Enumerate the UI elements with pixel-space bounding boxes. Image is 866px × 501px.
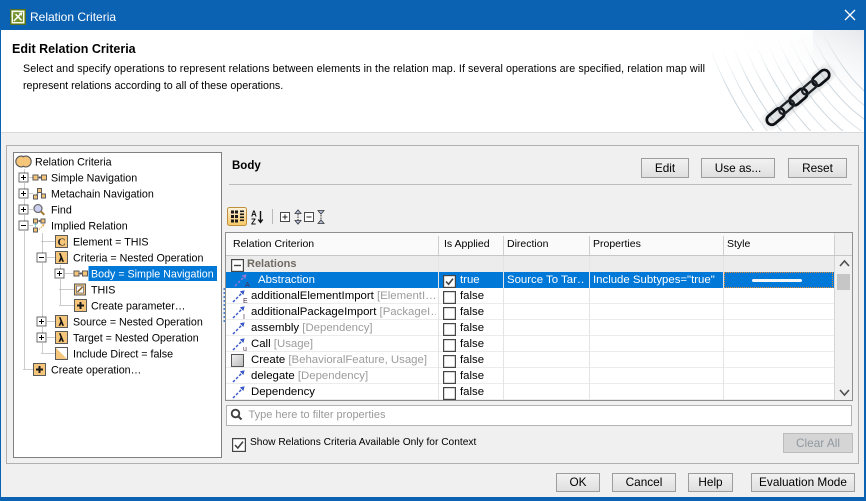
- svg-text:Find: Find: [51, 205, 72, 217]
- svg-text:Relation Criteria: Relation Criteria: [35, 157, 112, 169]
- svg-text:Criteria = Nested Operation: Criteria = Nested Operation: [73, 253, 203, 265]
- svg-text:Create parameter…: Create parameter…: [91, 301, 185, 313]
- svg-text:THIS: THIS: [91, 285, 115, 297]
- svg-text:Z: Z: [251, 218, 256, 227]
- svg-text:Simple Navigation: Simple Navigation: [51, 173, 137, 185]
- svg-text:Element = THIS: Element = THIS: [73, 237, 149, 249]
- svg-text:Target = Nested Operation: Target = Nested Operation: [73, 333, 199, 345]
- svg-text:Metachain Navigation: Metachain Navigation: [51, 189, 154, 201]
- svg-text:A: A: [245, 282, 250, 287]
- svg-text:Create operation…: Create operation…: [51, 365, 141, 377]
- svg-text:I: I: [243, 314, 245, 319]
- svg-text:C: C: [58, 237, 66, 249]
- svg-text:Body = Simple Navigation: Body = Simple Navigation: [91, 269, 214, 281]
- svg-text:Source = Nested Operation: Source = Nested Operation: [73, 317, 203, 329]
- svg-text:Include Direct = false: Include Direct = false: [73, 349, 173, 361]
- svg-text:E: E: [243, 298, 248, 303]
- svg-text:Implied Relation: Implied Relation: [51, 221, 128, 233]
- svg-text:u: u: [243, 346, 247, 351]
